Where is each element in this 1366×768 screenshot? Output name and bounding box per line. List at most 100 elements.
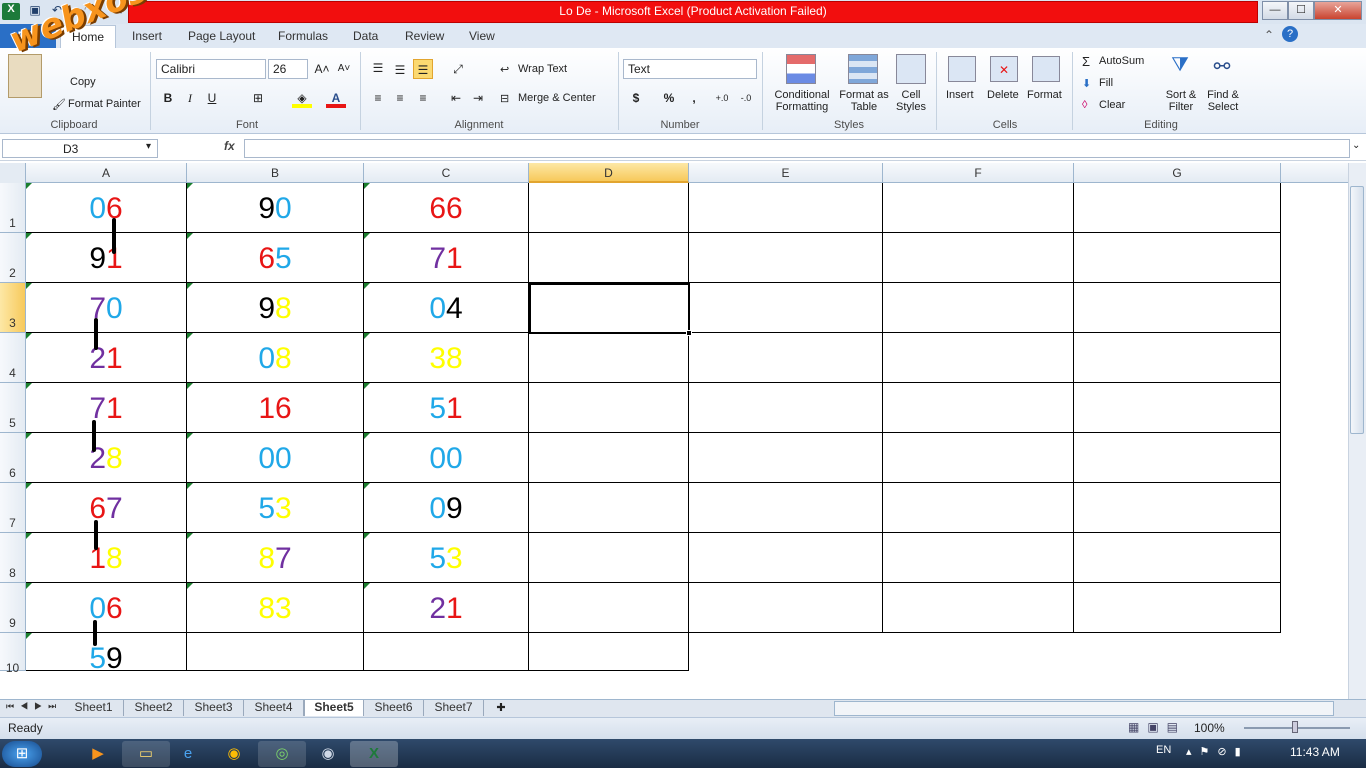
cell-c10[interactable]: [364, 633, 529, 671]
tab-formulas[interactable]: Formulas: [278, 29, 328, 43]
font-name-select[interactable]: Calibri: [156, 59, 266, 79]
cell-b9[interactable]: 83: [187, 583, 364, 633]
tab-data[interactable]: Data: [353, 29, 378, 43]
format-painter-icon[interactable]: 🖌: [52, 98, 66, 111]
sheet-tab-sheet1[interactable]: Sheet1: [64, 700, 124, 716]
cell-e2[interactable]: [689, 233, 883, 283]
increase-decimal-icon[interactable]: +.0: [712, 88, 732, 108]
zoom-slider-thumb[interactable]: [1292, 721, 1298, 733]
cell-f2[interactable]: [883, 233, 1074, 283]
clear-button[interactable]: Clear: [1099, 99, 1125, 111]
cell-e6[interactable]: [689, 433, 883, 483]
cell-c1[interactable]: 66: [364, 183, 529, 233]
grow-font-icon[interactable]: A˄: [312, 59, 332, 79]
format-cells-icon[interactable]: [1032, 56, 1060, 82]
cell-g5[interactable]: [1074, 383, 1281, 433]
sheet-tab-sheet4[interactable]: Sheet4: [244, 700, 304, 716]
cell-g7[interactable]: [1074, 483, 1281, 533]
cell-a3[interactable]: 70: [26, 283, 187, 333]
cell-e5[interactable]: [689, 383, 883, 433]
row-header-4[interactable]: 4: [0, 333, 26, 383]
cell-d6[interactable]: [529, 433, 689, 483]
tray-icons[interactable]: ▴⚑⊘▮: [1186, 745, 1249, 758]
row-header-10[interactable]: 10: [0, 633, 26, 675]
cell-e4[interactable]: [689, 333, 883, 383]
ribbon-collapse-icon[interactable]: ⌃: [1264, 28, 1274, 42]
borders-icon[interactable]: ⊞: [248, 88, 268, 108]
cell-e8[interactable]: [689, 533, 883, 583]
cell-c6[interactable]: 00: [364, 433, 529, 483]
find-select-button[interactable]: Find & Select: [1202, 89, 1244, 113]
close-button[interactable]: ✕: [1314, 1, 1362, 20]
sheet-tab-sheet5[interactable]: Sheet5: [304, 700, 364, 716]
cell-a10[interactable]: 59: [26, 633, 187, 675]
italic-button[interactable]: I: [180, 88, 200, 108]
cell-styles-icon[interactable]: [896, 54, 926, 84]
autosum-button[interactable]: AutoSum: [1099, 55, 1144, 67]
cell-e1[interactable]: [689, 183, 883, 233]
row-header-3[interactable]: 3: [0, 283, 26, 333]
cell-c7[interactable]: 09: [364, 483, 529, 533]
cell-b4[interactable]: 08: [187, 333, 364, 383]
increase-indent-icon[interactable]: ⇥: [468, 88, 488, 108]
cell-c8[interactable]: 53: [364, 533, 529, 583]
align-middle-icon[interactable]: ☰: [390, 60, 410, 80]
sheet-nav-arrows-icon[interactable]: ⏮◀▶⏭: [6, 701, 62, 712]
cell-a8[interactable]: 18: [26, 533, 187, 583]
align-center-icon[interactable]: ≡: [390, 88, 410, 108]
number-format-select[interactable]: Text: [623, 59, 757, 79]
underline-button[interactable]: U: [202, 88, 222, 108]
cell-b2[interactable]: 65: [187, 233, 364, 283]
row-header-8[interactable]: 8: [0, 533, 26, 583]
cell-g1[interactable]: [1074, 183, 1281, 233]
sheet-tab-sheet2[interactable]: Sheet2: [124, 700, 184, 716]
active-cell-selection[interactable]: [529, 283, 690, 334]
tab-review[interactable]: Review: [405, 29, 444, 43]
cell-f1[interactable]: [883, 183, 1074, 233]
start-button-icon[interactable]: ⊞: [2, 741, 42, 767]
cell-b1[interactable]: 90: [187, 183, 364, 233]
conditional-formatting-button[interactable]: Conditional Formatting: [770, 89, 834, 113]
format-as-table-button[interactable]: Format as Table: [838, 89, 890, 113]
media-player-icon[interactable]: ▶: [74, 741, 122, 767]
fill-color-icon[interactable]: ◈: [292, 88, 312, 108]
fill-button[interactable]: Fill: [1099, 77, 1113, 89]
chrome-icon[interactable]: ◉: [210, 741, 258, 767]
zoom-level[interactable]: 100%: [1194, 721, 1225, 735]
name-box[interactable]: D3: [2, 139, 158, 158]
cell-f3[interactable]: [883, 283, 1074, 333]
help-icon[interactable]: ?: [1282, 26, 1298, 42]
minimize-button[interactable]: —: [1262, 1, 1288, 20]
tab-insert[interactable]: Insert: [132, 29, 162, 43]
cell-c3[interactable]: 04: [364, 283, 529, 333]
shrink-font-icon[interactable]: A˅: [334, 59, 354, 79]
cell-d4[interactable]: [529, 333, 689, 383]
cell-f7[interactable]: [883, 483, 1074, 533]
delete-cells-icon[interactable]: ✕: [990, 56, 1018, 82]
cell-g6[interactable]: [1074, 433, 1281, 483]
cell-d7[interactable]: [529, 483, 689, 533]
sheet-tab-sheet7[interactable]: Sheet7: [424, 700, 484, 716]
comma-button[interactable]: ,: [684, 88, 704, 108]
cell-d5[interactable]: [529, 383, 689, 433]
horizontal-scrollbar[interactable]: [834, 701, 1334, 716]
cell-b3[interactable]: 98: [187, 283, 364, 333]
cell-a2[interactable]: 91: [26, 233, 187, 283]
cell-d10[interactable]: [529, 633, 689, 671]
cell-c5[interactable]: 51: [364, 383, 529, 433]
cell-f8[interactable]: [883, 533, 1074, 583]
delete-button[interactable]: Delete: [987, 89, 1019, 101]
align-bottom-icon[interactable]: ☰: [413, 59, 433, 79]
format-as-table-icon[interactable]: [848, 54, 878, 84]
format-button[interactable]: Format: [1027, 89, 1062, 101]
cell-d8[interactable]: [529, 533, 689, 583]
maximize-button[interactable]: ☐: [1288, 1, 1314, 20]
paste-icon[interactable]: [8, 54, 42, 98]
row-header-7[interactable]: 7: [0, 483, 26, 533]
cell-g2[interactable]: [1074, 233, 1281, 283]
cell-c2[interactable]: 71: [364, 233, 529, 283]
insert-sheet-icon[interactable]: ✚: [490, 701, 512, 716]
orientation-icon[interactable]: ⤢: [448, 59, 468, 79]
sheet-tab-sheet3[interactable]: Sheet3: [184, 700, 244, 716]
column-header-c[interactable]: C: [364, 163, 529, 183]
